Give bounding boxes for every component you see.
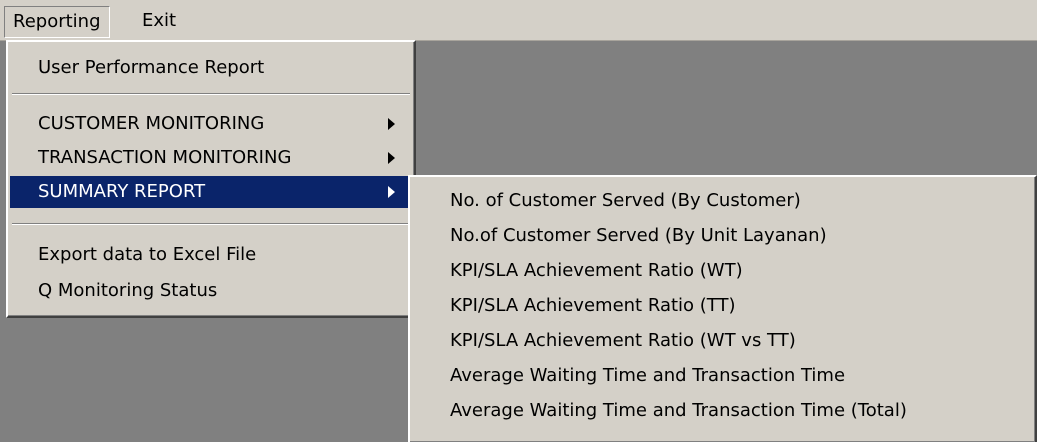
submenu-item-label: Average Waiting Time and Transaction Tim…: [450, 400, 907, 421]
menu-item-summary-report[interactable]: SUMMARY REPORT: [10, 176, 412, 208]
submenu-item-label: No. of Customer Served (By Customer): [450, 190, 801, 211]
submenu-item-avg-wait-transaction-total[interactable]: Average Waiting Time and Transaction Tim…: [410, 395, 1035, 427]
submenu-item-label: KPI/SLA Achievement Ratio (WT): [450, 260, 743, 281]
menu-item-user-performance-report[interactable]: User Performance Report: [8, 52, 414, 84]
submenu-item-kpi-tt[interactable]: KPI/SLA Achievement Ratio (TT): [410, 290, 1035, 322]
submenu-item-customer-served-by-unit[interactable]: No.of Customer Served (By Unit Layanan): [410, 220, 1035, 252]
menu-item-label: TRANSACTION MONITORING: [38, 147, 292, 168]
menu-item-q-monitoring-status[interactable]: Q Monitoring Status: [8, 275, 414, 307]
menu-separator: [12, 223, 410, 225]
menu-item-label: User Performance Report: [38, 57, 265, 78]
summary-report-submenu: No. of Customer Served (By Customer) No.…: [408, 175, 1037, 442]
submenu-item-label: KPI/SLA Achievement Ratio (WT vs TT): [450, 330, 796, 351]
submenu-arrow-icon: [388, 186, 395, 198]
menu-item-label: SUMMARY REPORT: [38, 181, 206, 202]
submenu-item-customer-served-by-customer[interactable]: No. of Customer Served (By Customer): [410, 185, 1035, 217]
submenu-item-label: No.of Customer Served (By Unit Layanan): [450, 225, 827, 246]
submenu-item-label: KPI/SLA Achievement Ratio (TT): [450, 295, 736, 316]
menu-bar: Reporting Exit: [0, 0, 1037, 41]
menu-item-transaction-monitoring[interactable]: TRANSACTION MONITORING: [8, 142, 414, 174]
menu-item-label: Export data to Excel File: [38, 244, 257, 265]
submenu-item-avg-wait-transaction[interactable]: Average Waiting Time and Transaction Tim…: [410, 360, 1035, 392]
submenu-item-kpi-wt-vs-tt[interactable]: KPI/SLA Achievement Ratio (WT vs TT): [410, 325, 1035, 357]
submenu-item-label: Average Waiting Time and Transaction Tim…: [450, 365, 846, 386]
menu-item-label: Q Monitoring Status: [38, 280, 218, 301]
submenu-item-kpi-wt[interactable]: KPI/SLA Achievement Ratio (WT): [410, 255, 1035, 287]
reporting-dropdown: User Performance Report CUSTOMER MONITOR…: [6, 40, 416, 318]
menu-item-export-excel[interactable]: Export data to Excel File: [8, 239, 414, 271]
menu-exit[interactable]: Exit: [134, 6, 184, 36]
submenu-arrow-icon: [388, 118, 395, 130]
menu-separator: [12, 93, 410, 95]
menu-reporting[interactable]: Reporting: [4, 6, 110, 38]
menu-item-label: CUSTOMER MONITORING: [38, 113, 265, 134]
submenu-arrow-icon: [388, 152, 395, 164]
menu-item-customer-monitoring[interactable]: CUSTOMER MONITORING: [8, 108, 414, 140]
